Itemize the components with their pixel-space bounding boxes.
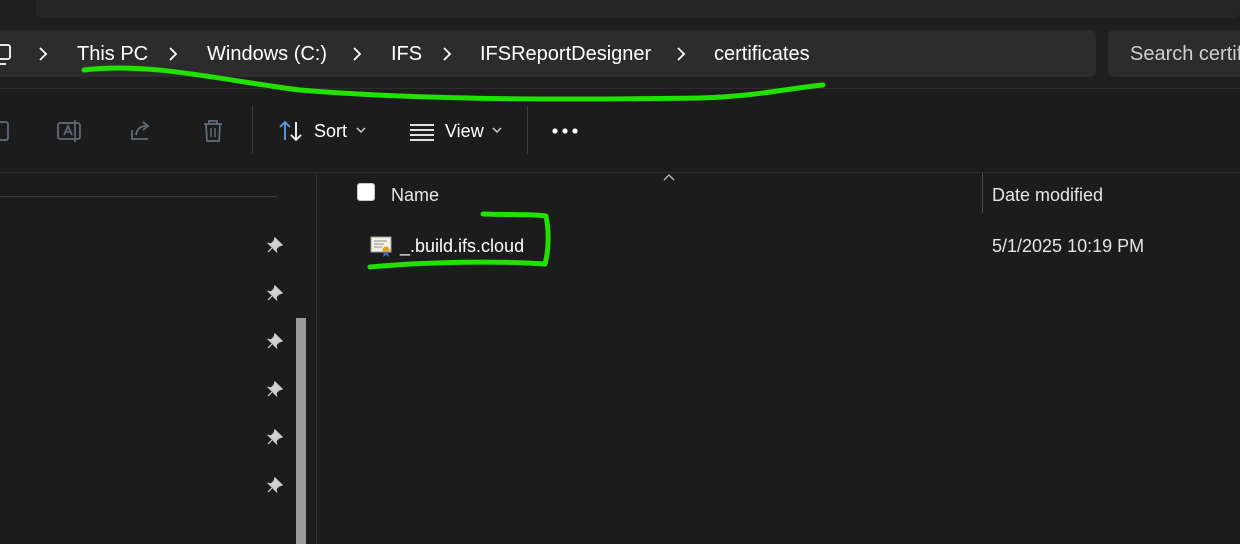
file-name[interactable]: _.build.ifs.cloud xyxy=(400,235,524,257)
breadcrumb-ifsreportdesigner[interactable]: IFSReportDesigner xyxy=(480,42,651,66)
pin-icon[interactable] xyxy=(266,332,284,350)
chevron-right-icon xyxy=(169,47,178,61)
breadcrumb-windows-c[interactable]: Windows (C:) xyxy=(207,42,327,66)
column-header-name[interactable]: Name xyxy=(391,184,439,206)
breadcrumb-ifs[interactable]: IFS xyxy=(391,42,422,66)
copy-icon[interactable] xyxy=(0,118,16,144)
view-button[interactable]: View xyxy=(445,120,484,142)
chevron-right-icon xyxy=(39,47,48,61)
chevron-right-icon xyxy=(443,47,452,61)
pin-icon[interactable] xyxy=(266,236,284,254)
nav-scrollbar-thumb[interactable] xyxy=(296,318,306,544)
pin-icon[interactable] xyxy=(266,380,284,398)
toolbar-separator xyxy=(252,106,253,154)
delete-icon[interactable] xyxy=(200,118,226,144)
pin-icon[interactable] xyxy=(266,284,284,302)
chevron-right-icon xyxy=(353,47,362,61)
chevron-right-icon xyxy=(677,47,686,61)
sort-button[interactable]: Sort xyxy=(314,120,347,142)
column-separator[interactable] xyxy=(982,173,983,213)
pin-icon[interactable] xyxy=(266,476,284,494)
ellipsis-icon[interactable] xyxy=(551,126,579,136)
select-all-checkbox[interactable] xyxy=(357,183,375,201)
pane-divider[interactable] xyxy=(316,173,317,544)
chevron-down-icon xyxy=(492,127,502,134)
certificate-icon xyxy=(370,236,392,257)
sort-icon[interactable] xyxy=(278,118,304,144)
view-icon[interactable] xyxy=(408,118,436,144)
nav-separator xyxy=(0,196,277,197)
chevron-down-icon xyxy=(356,127,366,134)
file-date-modified: 5/1/2025 10:19 PM xyxy=(992,236,1145,256)
rename-icon[interactable] xyxy=(56,118,82,144)
top-edge-field xyxy=(36,0,1240,18)
breadcrumb-certificates[interactable]: certificates xyxy=(714,42,810,66)
toolbar-separator xyxy=(527,106,528,154)
command-bar xyxy=(0,89,1240,172)
sort-ascending-icon xyxy=(663,174,675,181)
column-header-date-modified[interactable]: Date modified xyxy=(992,184,1103,206)
pin-icon[interactable] xyxy=(266,428,284,446)
share-icon[interactable] xyxy=(128,118,154,144)
search-placeholder[interactable]: Search certificates xyxy=(1130,42,1240,66)
computer-icon[interactable] xyxy=(0,41,12,67)
breadcrumb-this-pc[interactable]: This PC xyxy=(77,42,148,66)
